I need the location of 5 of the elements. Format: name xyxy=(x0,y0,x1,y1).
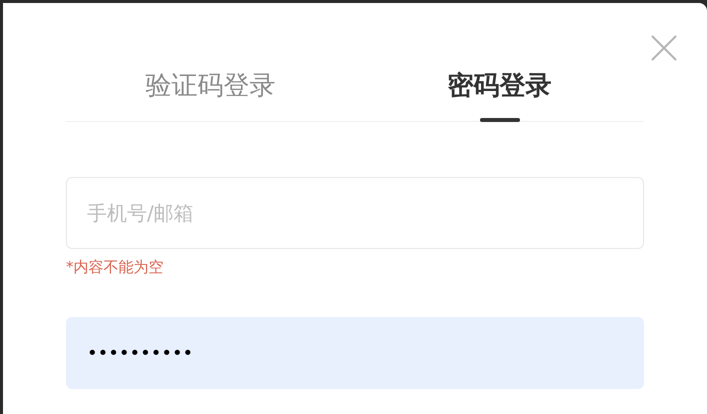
account-field[interactable]: 手机号/邮箱 xyxy=(66,177,644,249)
login-tab[interactable]: 密码登录 xyxy=(355,69,644,121)
close-icon[interactable] xyxy=(651,35,677,61)
error-message: *内容不能为空 xyxy=(66,257,164,277)
password-field[interactable]: •••••••••• xyxy=(66,317,644,389)
